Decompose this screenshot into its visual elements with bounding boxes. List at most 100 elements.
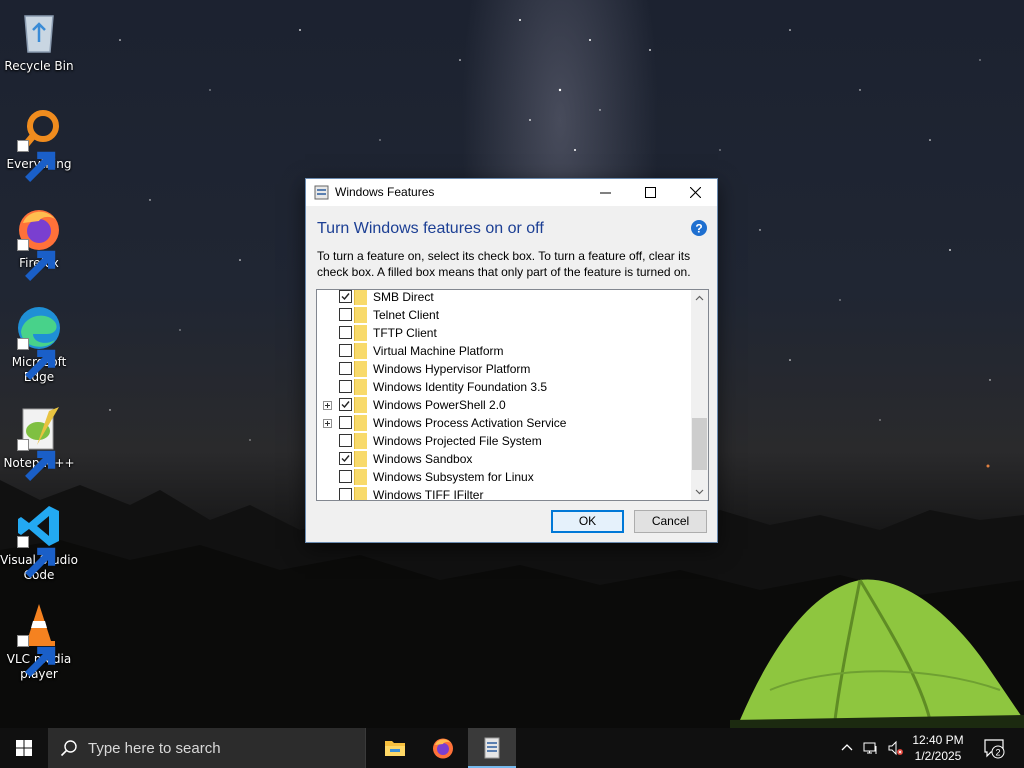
feature-row[interactable]: Windows Identity Foundation 3.5 [317, 378, 692, 396]
windows-features-dialog: Windows Features Turn Windows features o… [305, 178, 718, 543]
windows-logo-icon [16, 740, 32, 756]
maximize-button[interactable] [628, 179, 673, 206]
feature-checkbox[interactable] [339, 398, 352, 411]
volume-tray-button[interactable] [884, 728, 906, 768]
folder-icon [354, 433, 367, 449]
feature-checkbox[interactable] [339, 344, 352, 357]
show-hidden-icons-button[interactable] [837, 728, 857, 768]
vlc-desktop-icon[interactable]: VLC media player [0, 601, 78, 682]
feature-checkbox[interactable] [339, 326, 352, 339]
svg-text:?: ? [695, 222, 702, 236]
folder-icon [354, 325, 367, 341]
taskbar: Type here to search 12:40 PM 1/2/2025 2 [0, 728, 1024, 768]
expand-plus-icon[interactable] [323, 401, 332, 410]
everything-desktop-icon[interactable]: Everything [0, 106, 78, 182]
notification-center-button[interactable]: 2 [978, 728, 1010, 768]
chevron-up-icon [695, 295, 704, 301]
feature-row[interactable]: Telnet Client [317, 306, 692, 324]
feature-checkbox[interactable] [339, 416, 352, 429]
scroll-up-button[interactable] [691, 290, 708, 307]
firefox-desktop-icon[interactable]: Firefox [0, 205, 78, 281]
volume-muted-icon [888, 740, 903, 756]
feature-row[interactable]: Windows PowerShell 2.0 [317, 396, 692, 414]
checkmark-icon [341, 401, 350, 409]
scroll-down-button[interactable] [691, 483, 708, 500]
feature-checkbox[interactable] [339, 290, 352, 303]
firefox-icon [433, 738, 453, 759]
shortcut-arrow-icon [17, 439, 56, 481]
folder-icon [354, 361, 367, 377]
taskbar-search-box[interactable]: Type here to search [48, 728, 366, 768]
chevron-up-icon [841, 744, 853, 751]
feature-label: Windows Subsystem for Linux [373, 470, 534, 484]
feature-row[interactable]: Windows Subsystem for Linux [317, 468, 692, 486]
folder-icon [354, 397, 367, 413]
clock[interactable]: 12:40 PM 1/2/2025 [906, 732, 970, 764]
feature-label: SMB Direct [373, 290, 434, 304]
edge-desktop-icon[interactable]: Microsoft Edge [0, 304, 78, 385]
feature-row[interactable]: Windows Projected File System [317, 432, 692, 450]
vscode-desktop-icon[interactable]: Visual Studio Code [0, 502, 78, 583]
windows-features-app-icon [484, 737, 500, 759]
feature-checkbox[interactable] [339, 470, 352, 483]
feature-label: Telnet Client [373, 308, 440, 322]
folder-icon [354, 343, 367, 359]
expand-plus-icon[interactable] [323, 419, 332, 428]
recycle-bin-icon [24, 15, 54, 53]
recycle-bin-desktop-icon[interactable]: Recycle Bin [0, 8, 78, 74]
feature-label: Windows Sandbox [373, 452, 473, 466]
taskbar-windows-features[interactable] [468, 728, 516, 768]
feature-row[interactable]: Virtual Machine Platform [317, 342, 692, 360]
feature-label: Windows PowerShell 2.0 [373, 398, 506, 412]
feature-row[interactable]: Windows Hypervisor Platform [317, 360, 692, 378]
recycle-bin-label: Recycle Bin [4, 59, 74, 73]
feature-row[interactable]: Windows TIFF IFilter [317, 486, 692, 500]
shortcut-arrow-icon [17, 239, 56, 281]
chevron-down-icon [695, 489, 704, 495]
folder-icon [354, 307, 367, 323]
taskbar-file-explorer[interactable] [371, 728, 419, 768]
ok-button[interactable]: OK [551, 510, 624, 533]
cancel-button[interactable]: Cancel [634, 510, 707, 533]
feature-row[interactable]: TFTP Client [317, 324, 692, 342]
close-icon [690, 187, 701, 198]
dialog-heading: Turn Windows features on or off [317, 220, 544, 237]
file-explorer-icon [385, 741, 405, 756]
feature-row[interactable]: SMB Direct [317, 290, 692, 306]
dialog-titlebar[interactable]: Windows Features [306, 179, 717, 206]
vertical-scrollbar[interactable] [691, 290, 708, 500]
notepadpp-desktop-icon[interactable]: Notepad++ [0, 405, 78, 481]
feature-row[interactable]: Windows Process Activation Service [317, 414, 692, 432]
feature-checkbox[interactable] [339, 380, 352, 393]
help-icon[interactable]: ? [691, 220, 707, 236]
folder-icon [354, 290, 367, 305]
folder-icon [354, 415, 367, 431]
maximize-icon [645, 187, 656, 198]
start-button[interactable] [0, 728, 48, 768]
checkmark-icon [341, 293, 350, 301]
clock-time: 12:40 PM [912, 733, 964, 747]
features-list: SMB Direct Telnet Client TFTP Client Virtua… [317, 290, 692, 500]
notification-icon: 2 [984, 739, 1005, 759]
features-tree[interactable]: SMB Direct Telnet Client TFTP Client Virtua… [316, 289, 709, 501]
taskbar-firefox[interactable] [419, 728, 467, 768]
feature-checkbox[interactable] [339, 434, 352, 447]
feature-checkbox[interactable] [339, 488, 352, 500]
feature-label: Virtual Machine Platform [373, 344, 504, 358]
folder-icon [354, 487, 367, 500]
minimize-icon [600, 192, 611, 194]
feature-checkbox[interactable] [339, 362, 352, 375]
folder-icon [354, 379, 367, 395]
close-button[interactable] [673, 179, 718, 206]
scrollbar-thumb[interactable] [692, 418, 707, 470]
feature-label: Windows Hypervisor Platform [373, 362, 531, 376]
glowing-tent [730, 579, 1024, 728]
checkmark-icon [341, 455, 350, 463]
feature-checkbox[interactable] [339, 308, 352, 321]
network-tray-button[interactable] [860, 728, 882, 768]
minimize-button[interactable] [583, 179, 628, 206]
feature-checkbox[interactable] [339, 452, 352, 465]
feature-row[interactable]: Windows Sandbox [317, 450, 692, 468]
folder-icon [354, 451, 367, 467]
search-placeholder: Type here to search [88, 740, 221, 757]
